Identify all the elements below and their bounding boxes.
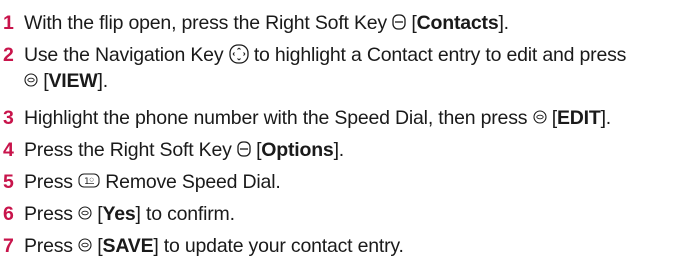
step-number: 1 <box>3 12 14 34</box>
key-label: Yes <box>102 203 136 225</box>
instruction-steps: 1 With the flip open, press the Right So… <box>3 12 627 257</box>
step-number: 5 <box>3 171 14 193</box>
ok-key-icon <box>532 110 547 124</box>
step-text: Press <box>24 203 79 225</box>
step-text: Press <box>24 235 79 257</box>
navigation-key-icon <box>228 44 249 64</box>
number-1-key-icon: 1 ○ <box>78 173 100 188</box>
ok-key-icon <box>78 238 92 252</box>
ok-key-icon <box>24 73 38 87</box>
step-number: 4 <box>3 139 14 161</box>
key-label: VIEW <box>48 70 98 92</box>
step-text: Use the Navigation Key <box>24 44 229 66</box>
right-soft-key-icon <box>392 14 406 30</box>
step-text: Press the Right Soft Key <box>24 139 237 161</box>
key-label: Options <box>261 139 334 161</box>
right-soft-key-icon <box>237 141 251 157</box>
step-number: 3 <box>3 107 14 129</box>
key-label: Contacts <box>416 12 499 34</box>
key-label: EDIT <box>556 107 601 129</box>
step-number: 6 <box>3 203 14 225</box>
step-number: 7 <box>3 235 14 257</box>
step-number: 2 <box>3 44 14 66</box>
step-text: Highlight the phone number with the Spee… <box>24 107 533 129</box>
step-text: Press <box>24 171 79 193</box>
step-text: With the flip open, press the Right Soft… <box>24 12 393 34</box>
svg-text:○: ○ <box>90 177 94 183</box>
key-label: SAVE <box>102 235 154 257</box>
ok-key-icon <box>78 206 92 220</box>
